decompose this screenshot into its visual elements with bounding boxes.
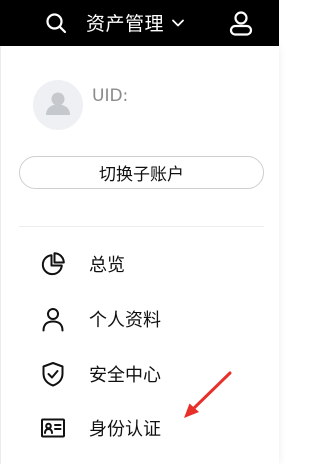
id-card-icon (41, 418, 65, 438)
menu-item-label: 总览 (89, 255, 125, 276)
switch-subaccount-button[interactable]: 切换子账户 (19, 156, 264, 189)
uid-label: UID: (92, 86, 129, 106)
divider (19, 226, 264, 227)
menu-item-label: 身份认证 (89, 419, 161, 440)
menu-item-identity-verification[interactable]: 身份认证 (1, 408, 280, 448)
menu-item-label: 个人资料 (89, 310, 161, 331)
account-dropdown-panel: UID: 切换子账户 总览 个人资料 安全中心 身份认证 (0, 46, 279, 464)
person-icon (42, 308, 64, 332)
search-icon[interactable] (44, 11, 68, 35)
menu-item-overview[interactable]: 总览 (1, 244, 280, 284)
menu-item-security-center[interactable]: 安全中心 (1, 354, 280, 394)
asset-management-label: 资产管理 (86, 12, 165, 35)
user-icon[interactable] (227, 9, 255, 37)
shield-check-icon (42, 362, 64, 387)
menu-item-label: 安全中心 (89, 365, 161, 386)
default-avatar-icon (46, 92, 70, 115)
menu-item-profile[interactable]: 个人资料 (1, 299, 280, 339)
top-nav-bar: 资产管理 (0, 0, 279, 46)
asset-management-menu[interactable]: 资产管理 (86, 9, 186, 35)
pie-chart-icon (41, 252, 65, 276)
chevron-down-icon (172, 19, 184, 27)
avatar (33, 80, 83, 130)
